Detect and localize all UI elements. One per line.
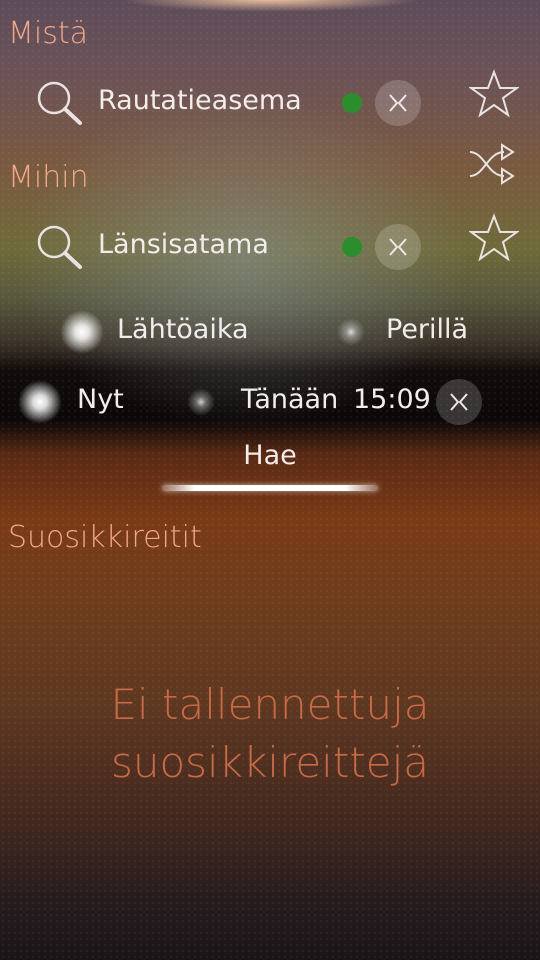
clear-icon xyxy=(389,238,407,256)
empty-line-2: suosikkireittejä xyxy=(110,738,430,787)
favorite-to-star-icon[interactable] xyxy=(469,213,519,263)
time-label[interactable]: 15:09 xyxy=(353,384,431,415)
from-clear-button[interactable] xyxy=(375,80,421,126)
search-icon[interactable] xyxy=(34,78,84,128)
search-icon[interactable] xyxy=(34,222,84,272)
clear-icon xyxy=(450,393,468,411)
search-button[interactable]: Hae xyxy=(160,438,380,498)
datetime-radio-indicator xyxy=(187,388,215,416)
to-clear-button[interactable] xyxy=(375,224,421,270)
now-radio-indicator xyxy=(18,380,62,424)
top-glow xyxy=(120,0,420,12)
departure-label: Lähtöaika xyxy=(117,314,249,345)
clear-icon xyxy=(389,94,407,112)
now-label: Nyt xyxy=(77,384,124,415)
day-label[interactable]: Tänään xyxy=(241,384,338,415)
arrival-radio-indicator xyxy=(337,318,365,346)
search-button-label: Hae xyxy=(243,440,297,471)
time-clear-button[interactable] xyxy=(436,379,482,425)
from-status-dot xyxy=(342,93,362,113)
arrival-label: Perillä xyxy=(386,314,469,345)
to-section-label: Mihin xyxy=(8,160,89,195)
departure-radio-indicator xyxy=(60,310,104,354)
favorites-section-label: Suosikkireitit xyxy=(8,520,202,555)
search-button-highlight xyxy=(162,485,378,491)
from-location-field[interactable]: Rautatieasema xyxy=(98,85,302,116)
to-status-dot xyxy=(342,237,362,257)
from-section-label: Mistä xyxy=(8,16,88,51)
swap-icon[interactable] xyxy=(466,142,518,188)
favorite-from-star-icon[interactable] xyxy=(469,69,519,119)
empty-line-1: Ei tallennettuja xyxy=(110,680,430,729)
favorites-empty-placeholder: Ei tallennettuja suosikkireittejä xyxy=(0,676,540,792)
to-location-field[interactable]: Länsisatama xyxy=(98,229,269,260)
